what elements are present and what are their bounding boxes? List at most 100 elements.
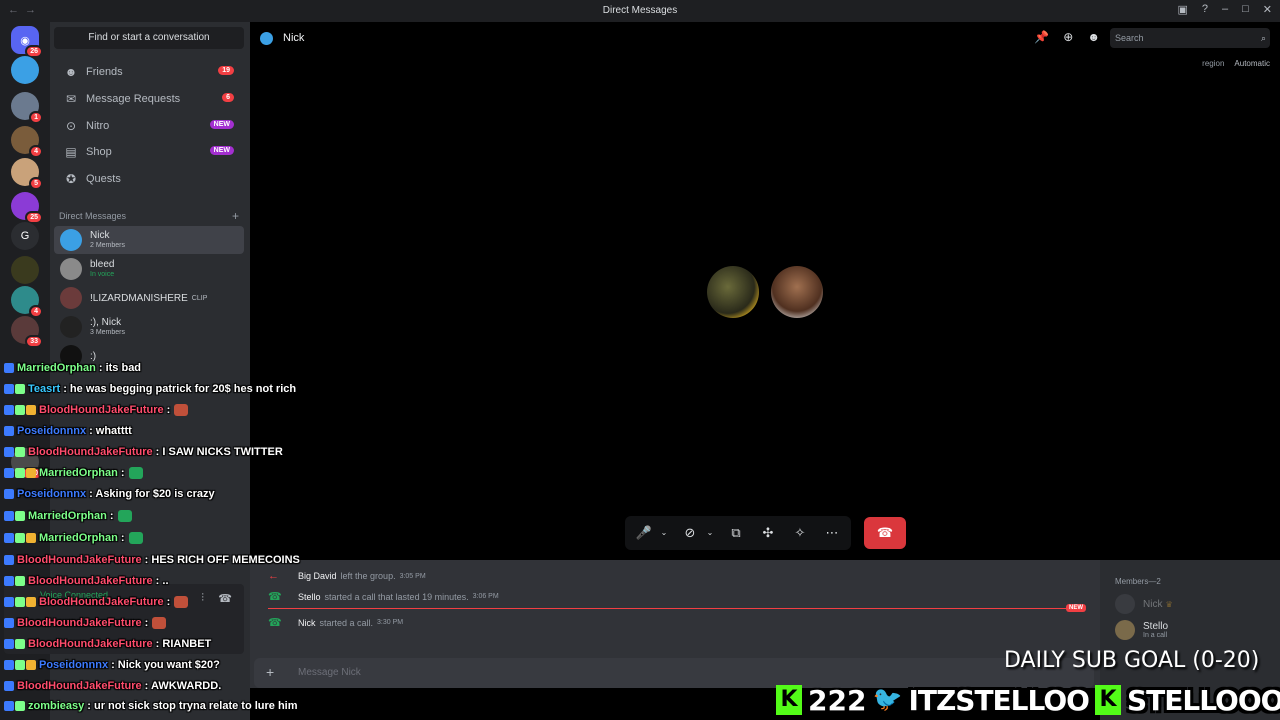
chat-username[interactable]: Poseidonnnx — [39, 659, 108, 671]
members-icon[interactable]: ☻ — [1087, 30, 1100, 44]
requests-badge: 6 — [222, 93, 234, 102]
log-time: 3:30 PM — [377, 619, 404, 626]
chevron-down-icon[interactable]: ⌄ — [705, 522, 715, 544]
chat-message: Poseidonnnx: whatttt — [4, 425, 132, 437]
minimize-icon[interactable]: – — [1222, 3, 1228, 16]
region-selector[interactable]: region Automatic — [1202, 59, 1270, 68]
chat-username[interactable]: BloodHoundJakeFuture — [39, 404, 164, 416]
chat-message: BloodHoundJakeFuture: — [4, 596, 189, 608]
chat-username[interactable]: Poseidonnnx — [17, 425, 86, 437]
chat-username[interactable]: BloodHoundJakeFuture — [28, 446, 153, 458]
badge-icon — [15, 576, 25, 586]
chat-text: : I SAW NICKS TWITTER — [155, 446, 283, 458]
guild-icon[interactable]: 4 — [11, 286, 43, 318]
dm-name: Nick — [90, 230, 110, 241]
call-title: Nick — [283, 32, 305, 44]
chat-username[interactable]: BloodHoundJakeFuture — [17, 554, 142, 566]
region-label: region — [1202, 59, 1225, 68]
chevron-down-icon[interactable]: ⌄ — [659, 522, 669, 544]
more-icon[interactable]: ⋯ — [821, 522, 843, 544]
chat-username[interactable]: MarriedOrphan — [17, 362, 96, 374]
region-value: Automatic — [1234, 59, 1270, 68]
member-name: Stello — [1143, 621, 1169, 632]
search-input[interactable]: Search ⌕ — [1110, 28, 1270, 48]
user-badges — [4, 576, 25, 586]
user-badges — [4, 447, 25, 457]
nav-message-requests[interactable]: ✉ Message Requests 6 — [54, 87, 244, 111]
close-icon[interactable]: ✕ — [1263, 3, 1272, 16]
nav-nitro[interactable]: ⊙ Nitro NEW — [54, 114, 244, 138]
chat-username[interactable]: BloodHoundJakeFuture — [39, 596, 164, 608]
dm-item-bleed[interactable]: bleed In voice — [54, 255, 244, 283]
guild-icon[interactable] — [11, 56, 39, 84]
header-actions: 📌 ⊕ ☻ — [1034, 30, 1100, 44]
nav-shop[interactable]: ▤ Shop NEW — [54, 140, 244, 164]
inbox-icon[interactable]: ▣ — [1177, 3, 1187, 16]
badge-icon — [15, 405, 25, 415]
pin-icon[interactable]: 📌 — [1034, 30, 1049, 44]
guild-icon[interactable]: 4 — [11, 126, 43, 158]
activities-icon[interactable]: ✣ — [757, 522, 779, 544]
chat-username[interactable]: MarriedOrphan — [39, 532, 118, 544]
microphone-icon[interactable]: 🎤 — [633, 522, 655, 544]
user-badges — [4, 701, 25, 711]
dm-item-lizardman[interactable]: !LIZARDMANISHERE CLIP — [54, 284, 244, 312]
chat-username[interactable]: Poseidonnnx — [17, 488, 86, 500]
chat-message: MarriedOrphan: — [4, 467, 143, 479]
chat-username[interactable]: BloodHoundJakeFuture — [17, 680, 142, 692]
badge-icon — [26, 405, 36, 415]
chat-username[interactable]: MarriedOrphan — [28, 510, 107, 522]
member-item[interactable]: Nick ♛ — [1115, 594, 1173, 614]
guild-icon[interactable]: 33 — [11, 316, 43, 348]
window-controls: ▣ ? – □ ✕ — [1177, 3, 1272, 16]
nav-friends[interactable]: ☻ Friends 19 — [54, 60, 244, 84]
avatar — [60, 229, 82, 251]
chat-username[interactable]: BloodHoundJakeFuture — [17, 617, 142, 629]
home-button[interactable]: ◉ 26 — [11, 26, 43, 58]
soundboard-icon[interactable]: ✧ — [789, 522, 811, 544]
guild-badge: 4 — [29, 305, 43, 318]
dm-item-group[interactable]: :), Nick 3 Members — [54, 313, 244, 341]
dm-name: :), Nick — [90, 317, 122, 328]
dm-item-nick[interactable]: Nick 2 Members — [54, 226, 244, 254]
find-conversation-button[interactable]: Find or start a conversation — [54, 27, 244, 49]
avatar — [60, 258, 82, 280]
guild-icon[interactable]: 1 — [11, 92, 43, 124]
member-item[interactable]: Stello In a call — [1115, 620, 1168, 640]
chat-username[interactable]: zombieasy — [28, 700, 84, 712]
maximize-icon[interactable]: □ — [1242, 3, 1249, 16]
nav-quests[interactable]: ✪ Quests — [54, 167, 244, 191]
badge-icon — [4, 447, 14, 457]
dm-section-header: Direct Messages + — [59, 209, 239, 223]
guild-icon[interactable]: 5 — [11, 158, 43, 190]
create-dm-icon[interactable]: + — [232, 209, 239, 223]
participant-avatar[interactable] — [771, 266, 823, 318]
badge-icon — [4, 597, 14, 607]
badge-icon — [26, 660, 36, 670]
badge-icon — [15, 701, 25, 711]
badge-icon — [4, 468, 14, 478]
guild-icon[interactable] — [11, 256, 39, 284]
screen-share-icon[interactable]: ⧉ — [725, 522, 747, 544]
chat-username[interactable]: MarriedOrphan — [39, 467, 118, 479]
log-time: 3:05 PM — [399, 572, 426, 580]
chat-username[interactable]: Teasrt — [28, 383, 60, 395]
chat-username[interactable]: BloodHoundJakeFuture — [28, 638, 153, 650]
badge-icon — [4, 576, 14, 586]
guild-icon[interactable]: G — [11, 222, 39, 250]
dm-name: :) — [90, 350, 97, 362]
chat-text: : — [166, 596, 171, 608]
participant-avatar[interactable] — [707, 266, 759, 318]
badge-icon — [4, 511, 14, 521]
new-tag: NEW — [1066, 604, 1086, 612]
add-friends-icon[interactable]: ⊕ — [1063, 30, 1073, 44]
chat-username[interactable]: BloodHoundJakeFuture — [28, 575, 153, 587]
avatar — [60, 316, 82, 338]
camera-off-icon[interactable]: ⊘ — [679, 522, 701, 544]
disconnect-button[interactable]: ☎ — [864, 517, 906, 549]
help-icon[interactable]: ? — [1202, 3, 1208, 16]
emote-icon — [117, 510, 132, 522]
guild-icon[interactable]: 25 — [11, 192, 43, 224]
user-badges — [4, 618, 14, 628]
chat-message: BloodHoundJakeFuture: .. — [4, 575, 169, 587]
